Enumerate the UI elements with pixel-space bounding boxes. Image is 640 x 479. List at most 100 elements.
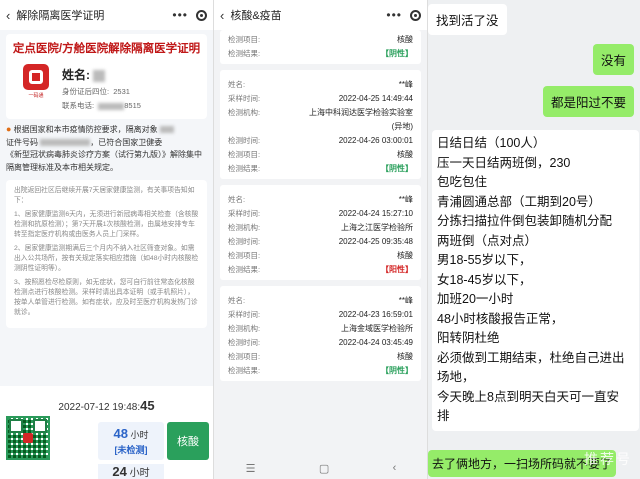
chat-message-outgoing: 没有 xyxy=(592,44,634,75)
field-label: 采样时间: xyxy=(228,310,261,319)
record-field: 采样时间: 2022-04-25 14:49:44 xyxy=(228,92,413,106)
record-field: 检测结果: 【阳性】 xyxy=(228,263,413,277)
field-value: 2022-04-24 15:27:10 xyxy=(338,209,413,218)
phone-value: 8515 xyxy=(124,101,141,110)
test-record-card: 姓名: **峰采样时间: 2022-04-24 15:27:10 检测机构: 上海之江医… xyxy=(220,185,421,280)
name-redacted xyxy=(93,69,106,82)
record-field: 检测结果: 【阴性】 xyxy=(228,364,413,378)
info-paragraph: 2、居家健康监测期满后三个月内不纳入社区筛查对象。如需出入公共场所，按有关规定落… xyxy=(14,245,199,272)
test-record-card: 姓名: **峰采样时间: 2022-04-25 14:49:44 检测机构: 上海中科润… xyxy=(220,70,421,179)
field-value: 2022-04-26 03:00:01 xyxy=(338,136,413,145)
phone-label: 联系电话: xyxy=(62,101,95,110)
hours-status-2: 24 小时 xyxy=(98,464,164,479)
record-icon[interactable] xyxy=(410,9,421,21)
record-field: 检测项目: 核酸 xyxy=(228,249,413,263)
record-field: 采样时间: 2022-04-24 15:27:10 xyxy=(228,207,413,221)
page-title: 解除隔离医学证明 xyxy=(16,10,105,22)
info-paragraph: 1、居家健康监测6天内，无须进行新冠病毒相关检查（含核酸检测和抗原检测）；第7天… xyxy=(14,211,199,238)
field-label: 检测项目: xyxy=(228,150,261,159)
field-value: 2022-04-24 03:45:49 xyxy=(338,338,413,347)
message-line: 两班倒（点对点） xyxy=(437,233,538,248)
record-field: 采样时间: 2022-04-23 16:59:01 xyxy=(228,308,413,322)
field-value: **峰 xyxy=(398,80,413,89)
timestamp: 2022-07-12 19:48:45 xyxy=(58,398,155,413)
chat-message-incoming: 找到活了没 xyxy=(428,4,507,35)
record-field: 姓名: **峰 xyxy=(228,193,413,207)
test-record-card: 检测项目: 核酸检测结果: 【阴性】 xyxy=(220,30,421,64)
record-field: 检测机构: 上海之江医学检验所 xyxy=(228,221,413,235)
chat-message-incoming-long: 日结日结（100人） 压一天日结两班倒，230 包吃包住 青浦圆通总部（工期到20号）… xyxy=(432,130,639,431)
chat-panel: 找到活了没 没有 都是阳过不要 日结日结（100人） 压一天日结两班倒，230 包吃… xyxy=(427,0,640,479)
field-label: 检测结果: xyxy=(228,49,261,58)
field-label: 姓名: xyxy=(228,80,246,89)
more-icon[interactable]: ••• xyxy=(172,8,188,22)
record-field: 姓名: **峰 xyxy=(228,78,413,92)
field-label: 检测时间: xyxy=(228,136,261,145)
warning-icon: ● xyxy=(6,124,12,134)
field-label: 采样时间: xyxy=(228,94,261,103)
top-bar: ‹ 核酸&疫苗 ••• xyxy=(214,0,427,30)
record-field: 检测时间: 2022-04-26 03:00:01 xyxy=(228,134,413,148)
back-icon[interactable]: ‹ xyxy=(6,8,10,23)
watermark: 推荐号 xyxy=(584,451,632,467)
record-field: 检测项目: 核酸 xyxy=(228,350,413,364)
page-title: 核酸&疫苗 xyxy=(230,10,282,22)
top-bar: ‹ 解除隔离医学证明 ••• xyxy=(0,0,213,30)
field-label: 检测时间: xyxy=(228,338,261,347)
field-value: 2022-04-25 09:35:48 xyxy=(338,237,413,246)
chat-message-outgoing: 都是阳过不要 xyxy=(542,86,634,117)
record-field: 检测机构: 上海金域医学检验所 xyxy=(228,322,413,336)
certificate-title: 定点医院/方舱医院解除隔离医学证明 xyxy=(12,43,201,55)
message-line: 48小时核酸报告正常， xyxy=(437,311,564,326)
status-card: 2022-07-12 19:48:45 48 小时 [未检测] 24 小时 核酸 xyxy=(0,386,213,479)
record-field: 检测时间: 2022-04-25 09:35:48 xyxy=(228,235,413,249)
field-label: 检测机构: xyxy=(228,223,261,232)
hours-status: 48 小时 [未检测] xyxy=(98,422,164,460)
id-label: 身份证后四位: xyxy=(62,87,110,96)
message-line: 男18-55岁以下， xyxy=(437,253,532,267)
field-value: 上海中科润达医学检验实验室 xyxy=(309,108,413,117)
field-label: 姓名: xyxy=(228,296,246,305)
qr-code-icon[interactable] xyxy=(6,416,50,460)
record-field: 检测项目: 核酸 xyxy=(228,33,413,47)
field-label: 采样时间: xyxy=(228,209,261,218)
field-value: 核酸 xyxy=(397,35,413,44)
message-line: 青浦圆通总部（工期到20号） xyxy=(437,194,601,209)
more-icon[interactable]: ••• xyxy=(386,8,402,22)
certificate-panel: ‹ 解除隔离医学证明 ••• 定点医院/方舱医院解除隔离医学证明 一码通 姓名:… xyxy=(0,0,213,479)
test-record-card: 姓名: **峰采样时间: 2022-04-23 16:59:01 检测机构: 上海金域医… xyxy=(220,286,421,381)
hesuan-button[interactable]: 核酸 xyxy=(167,422,209,460)
field-label: 检测项目: xyxy=(228,251,261,260)
record-field: 检测结果: 【阴性】 xyxy=(228,162,413,176)
field-label: 检测时间: xyxy=(228,237,261,246)
field-value: 2022-04-25 14:49:44 xyxy=(338,94,413,103)
message-line: 今天晚上8点到明天白天可一直安 xyxy=(437,389,619,404)
home-icon[interactable]: ▢ xyxy=(319,462,329,475)
record-field: 检测机构: 上海中科润达医学检验实验室 xyxy=(228,106,413,120)
info-paragraph: 3、按照愿检尽检原则，如无症状，您可自行前往常态化核酸检测点进行核酸检测。采样时… xyxy=(14,279,198,316)
record-icon[interactable] xyxy=(196,9,207,21)
record-field: 检测结果: 【阴性】 xyxy=(228,47,413,61)
info-paragraph: 出院返回社区后继续开展7天居家健康监测，有关事项告知如下： xyxy=(14,187,195,204)
message-line: 加班20一小时 xyxy=(437,292,514,306)
records-list: 检测项目: 核酸 检测结果: 【阴性】 姓名: **峰 采样时间: 2022-04-25 14… xyxy=(214,30,427,381)
menu-icon[interactable]: ☰ xyxy=(246,462,256,475)
field-value: 核酸 xyxy=(397,150,413,159)
result-badge: 【阴性】 xyxy=(381,49,413,58)
message-line: 必须做到工期结束，杜绝自己进出 xyxy=(437,350,625,365)
info-card: 出院返回社区后继续开展7天居家健康监测，有关事项告知如下： 1、居家健康监测6天… xyxy=(6,180,207,328)
id-value: 2531 xyxy=(113,87,130,96)
field-label: 检测结果: xyxy=(228,265,261,274)
name-label: 姓名: xyxy=(62,68,90,82)
message-line: 排 xyxy=(437,409,450,423)
notice-text: ● 根据国家和本市疫情防控要求，隔离对象 证件号码 ，已符合国家卫健委 《新型冠… xyxy=(6,124,202,172)
record-field: 检测项目: 核酸 xyxy=(228,148,413,162)
back-icon[interactable]: ‹ xyxy=(220,8,224,23)
back-icon[interactable]: ‹ xyxy=(393,462,397,474)
field-value: **峰 xyxy=(398,296,413,305)
field-label: 检测结果: xyxy=(228,366,261,375)
field-value: 核酸 xyxy=(397,352,413,361)
message-line: 女18-45岁以下， xyxy=(437,272,532,287)
field-label: 检测机构: xyxy=(228,324,261,333)
certificate-card: 定点医院/方舱医院解除隔离医学证明 一码通 姓名: 身份证后四位: 2531 联… xyxy=(6,34,207,119)
